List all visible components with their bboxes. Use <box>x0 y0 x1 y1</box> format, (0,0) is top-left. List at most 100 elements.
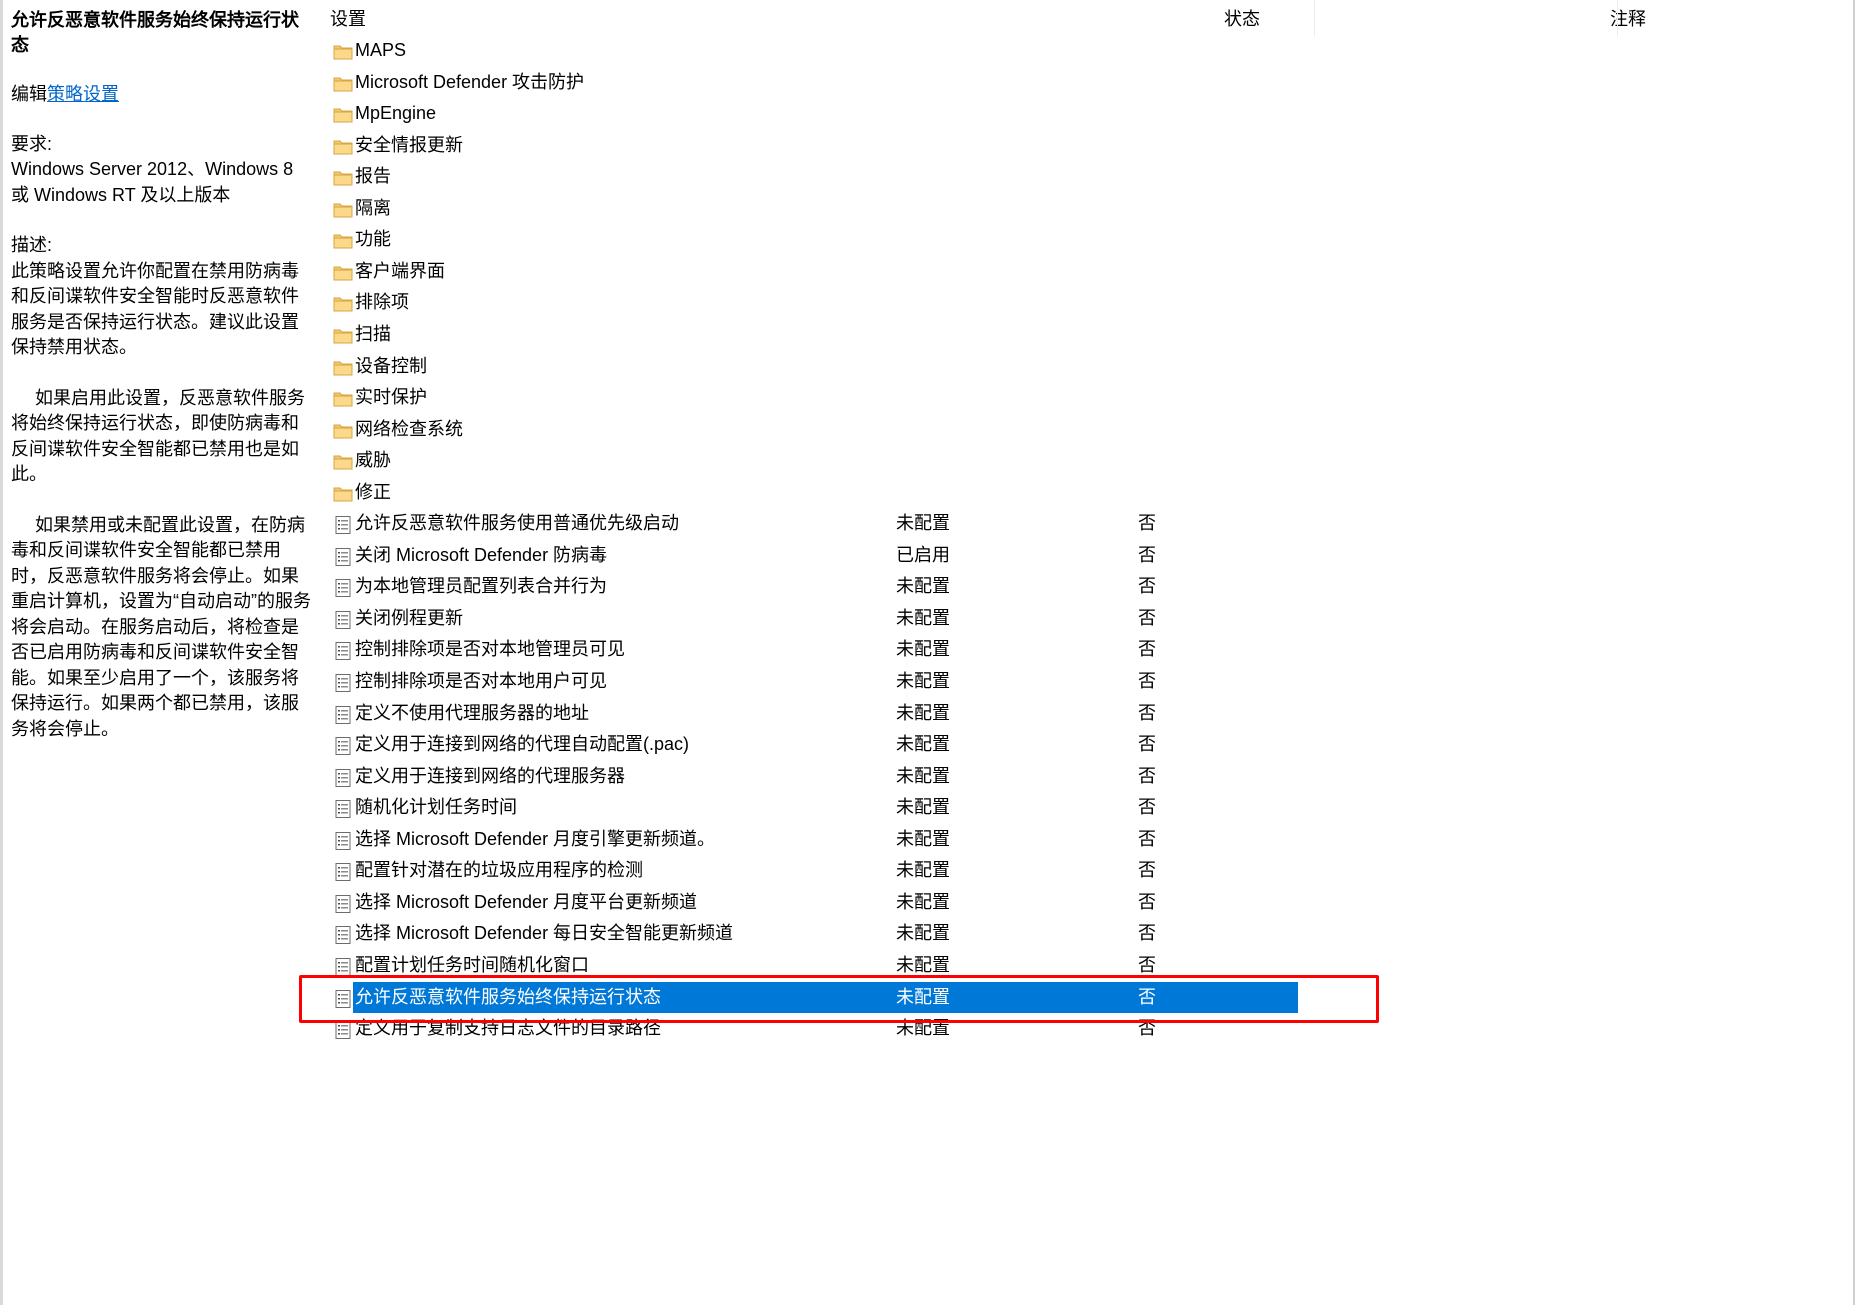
policy-state: 未配置 <box>896 891 950 912</box>
policy-comment: 否 <box>1138 1018 1156 1039</box>
policy-label: 定义不使用代理服务器的地址 <box>355 702 589 723</box>
folder-row[interactable]: Microsoft Defender 攻击防护 <box>325 67 1298 99</box>
description-paragraph-1: 此策略设置允许你配置在禁用防病毒和反间谍软件安全智能时反恶意软件服务是否保持运行… <box>11 260 299 358</box>
policy-setting-icon <box>333 514 353 535</box>
folder-row[interactable]: 设备控制 <box>325 351 1298 383</box>
folder-row[interactable]: 功能 <box>325 224 1298 256</box>
column-header-comment-label: 注释 <box>1610 9 1646 29</box>
policy-row[interactable]: 选择 Microsoft Defender 每日安全智能更新频道 未配置 否 <box>325 918 1298 950</box>
folder-icon <box>333 104 353 124</box>
policy-state: 未配置 <box>896 954 950 975</box>
description-paragraph-3: 如果禁用或未配置此设置，在防病毒和反间谍软件安全智能都已禁用时，反恶意软件服务将… <box>11 514 311 739</box>
policy-comment: 否 <box>1138 891 1156 912</box>
column-header-setting-label: 设置 <box>330 9 366 29</box>
folder-row[interactable]: 修正 <box>325 477 1298 509</box>
policy-setting-icon <box>333 956 353 976</box>
folder-label: 扫描 <box>355 323 391 344</box>
policy-row[interactable]: 定义用于复制支持日志文件的目录路径 未配置 否 <box>325 1013 1298 1045</box>
folder-row[interactable]: 实时保护 <box>325 382 1298 414</box>
policy-setting-icon <box>333 924 353 945</box>
policy-comment: 否 <box>1138 607 1156 628</box>
policy-state: 未配置 <box>896 1018 950 1039</box>
policy-label: 为本地管理员配置列表合并行为 <box>355 576 607 597</box>
policy-setting-icon <box>333 546 353 566</box>
policy-label: 选择 Microsoft Defender 月度引擎更新频道。 <box>355 828 716 849</box>
folder-label: 实时保护 <box>355 387 427 408</box>
description-label: 描述: <box>11 235 53 255</box>
policy-label: 选择 Microsoft Defender 月度平台更新频道 <box>355 891 698 912</box>
policy-row-selected[interactable]: 允许反恶意软件服务始终保持运行状态 未配置 否 <box>325 981 1298 1014</box>
folder-label: 设备控制 <box>355 355 427 376</box>
policy-setting-icon <box>333 577 353 598</box>
policy-label: 控制排除项是否对本地管理员可见 <box>355 639 625 660</box>
requirements-label: 要求: <box>11 133 53 154</box>
folder-label: 报告 <box>355 166 391 187</box>
policy-setting-icon <box>333 735 353 756</box>
folder-icon <box>333 136 353 156</box>
policy-row[interactable]: 定义不使用代理服务器的地址 未配置 否 <box>325 698 1298 730</box>
folder-row[interactable]: 扫描 <box>325 319 1298 351</box>
policy-row[interactable]: 选择 Microsoft Defender 月度引擎更新频道。 未配置 否 <box>325 824 1298 856</box>
folder-label: 修正 <box>355 481 391 502</box>
column-header-setting[interactable]: 设置 <box>330 0 856 36</box>
policy-state: 未配置 <box>896 734 950 755</box>
folder-icon <box>333 199 353 219</box>
folder-row[interactable]: MAPS <box>325 35 1298 67</box>
folder-row[interactable]: 安全情报更新 <box>325 130 1298 162</box>
policy-comment: 否 <box>1138 544 1156 565</box>
policy-label: 允许反恶意软件服务始终保持运行状态 <box>355 986 661 1007</box>
folder-row[interactable]: 隔离 <box>325 193 1298 225</box>
folder-label: 排除项 <box>355 292 409 313</box>
column-header-separator <box>1314 0 1315 36</box>
policy-row[interactable]: 为本地管理员配置列表合并行为 未配置 否 <box>325 571 1298 603</box>
policy-comment: 否 <box>1138 797 1156 818</box>
description-panel: 允许反恶意软件服务始终保持运行状态 编辑策略设置 要求: Windows Ser… <box>11 8 311 767</box>
column-header-state-label: 状态 <box>1224 9 1260 29</box>
policy-comment: 否 <box>1138 954 1156 975</box>
policy-comment: 否 <box>1138 734 1156 755</box>
policy-row[interactable]: 配置计划任务时间随机化窗口 未配置 否 <box>325 950 1298 982</box>
policy-comment: 否 <box>1138 576 1156 597</box>
policy-settings-link[interactable]: 策略设置 <box>47 84 119 104</box>
policy-row[interactable]: 关闭例程更新 未配置 否 <box>325 603 1298 635</box>
folder-row[interactable]: MpEngine <box>325 98 1298 130</box>
folder-row[interactable]: 报告 <box>325 161 1298 193</box>
policy-row[interactable]: 关闭 Microsoft Defender 防病毒 已启用 否 <box>325 540 1298 572</box>
policy-state: 未配置 <box>896 860 950 881</box>
policy-row[interactable]: 随机化计划任务时间 未配置 否 <box>325 792 1298 824</box>
folder-row[interactable]: 威胁 <box>325 445 1298 477</box>
policy-label: 关闭 Microsoft Defender 防病毒 <box>355 544 608 565</box>
policy-state: 未配置 <box>896 923 950 944</box>
settings-list-panel: 设置 状态 注释 MAPS Microsoft Defender 攻击防护 MpEn… <box>320 0 1855 1305</box>
folder-label: Microsoft Defender 攻击防护 <box>355 71 585 92</box>
window-left-border <box>0 0 3 1305</box>
folder-label: 安全情报更新 <box>355 134 463 155</box>
folder-row[interactable]: 网络检查系统 <box>325 414 1298 446</box>
policy-row[interactable]: 控制排除项是否对本地管理员可见 未配置 否 <box>325 634 1298 666</box>
folder-icon <box>333 41 353 61</box>
policy-row[interactable]: 允许反恶意软件服务使用普通优先级启动 未配置 否 <box>325 508 1298 540</box>
folder-icon <box>333 388 353 408</box>
policy-row[interactable]: 配置针对潜在的垃圾应用程序的检测 未配置 否 <box>325 855 1298 887</box>
folder-icon <box>333 262 353 282</box>
folder-row[interactable]: 排除项 <box>325 287 1298 319</box>
column-header-separator <box>1617 0 1618 36</box>
folder-label: 威胁 <box>355 450 391 471</box>
policy-label: 随机化计划任务时间 <box>355 797 517 818</box>
policy-row[interactable]: 选择 Microsoft Defender 月度平台更新频道 未配置 否 <box>325 887 1298 919</box>
policy-label: 配置计划任务时间随机化窗口 <box>355 954 589 975</box>
folder-row[interactable]: 客户端界面 <box>325 256 1298 288</box>
policy-label: 控制排除项是否对本地用户可见 <box>355 671 607 691</box>
column-header-state[interactable]: 状态 <box>846 0 1314 36</box>
policy-state: 未配置 <box>896 986 950 1007</box>
policy-row[interactable]: 控制排除项是否对本地用户可见 未配置 否 <box>325 666 1298 698</box>
policy-state: 未配置 <box>896 828 950 849</box>
folder-label: 客户端界面 <box>355 260 445 281</box>
policy-row[interactable]: 定义用于连接到网络的代理自动配置(.pac) 未配置 否 <box>325 729 1298 761</box>
policy-setting-icon <box>333 893 353 913</box>
policy-label: 定义用于连接到网络的代理服务器 <box>355 765 625 786</box>
policy-row[interactable]: 定义用于连接到网络的代理服务器 未配置 否 <box>325 761 1298 793</box>
column-header-comment[interactable]: 注释 <box>1610 0 1855 36</box>
policy-state: 未配置 <box>896 607 950 628</box>
policy-comment: 否 <box>1138 639 1156 660</box>
